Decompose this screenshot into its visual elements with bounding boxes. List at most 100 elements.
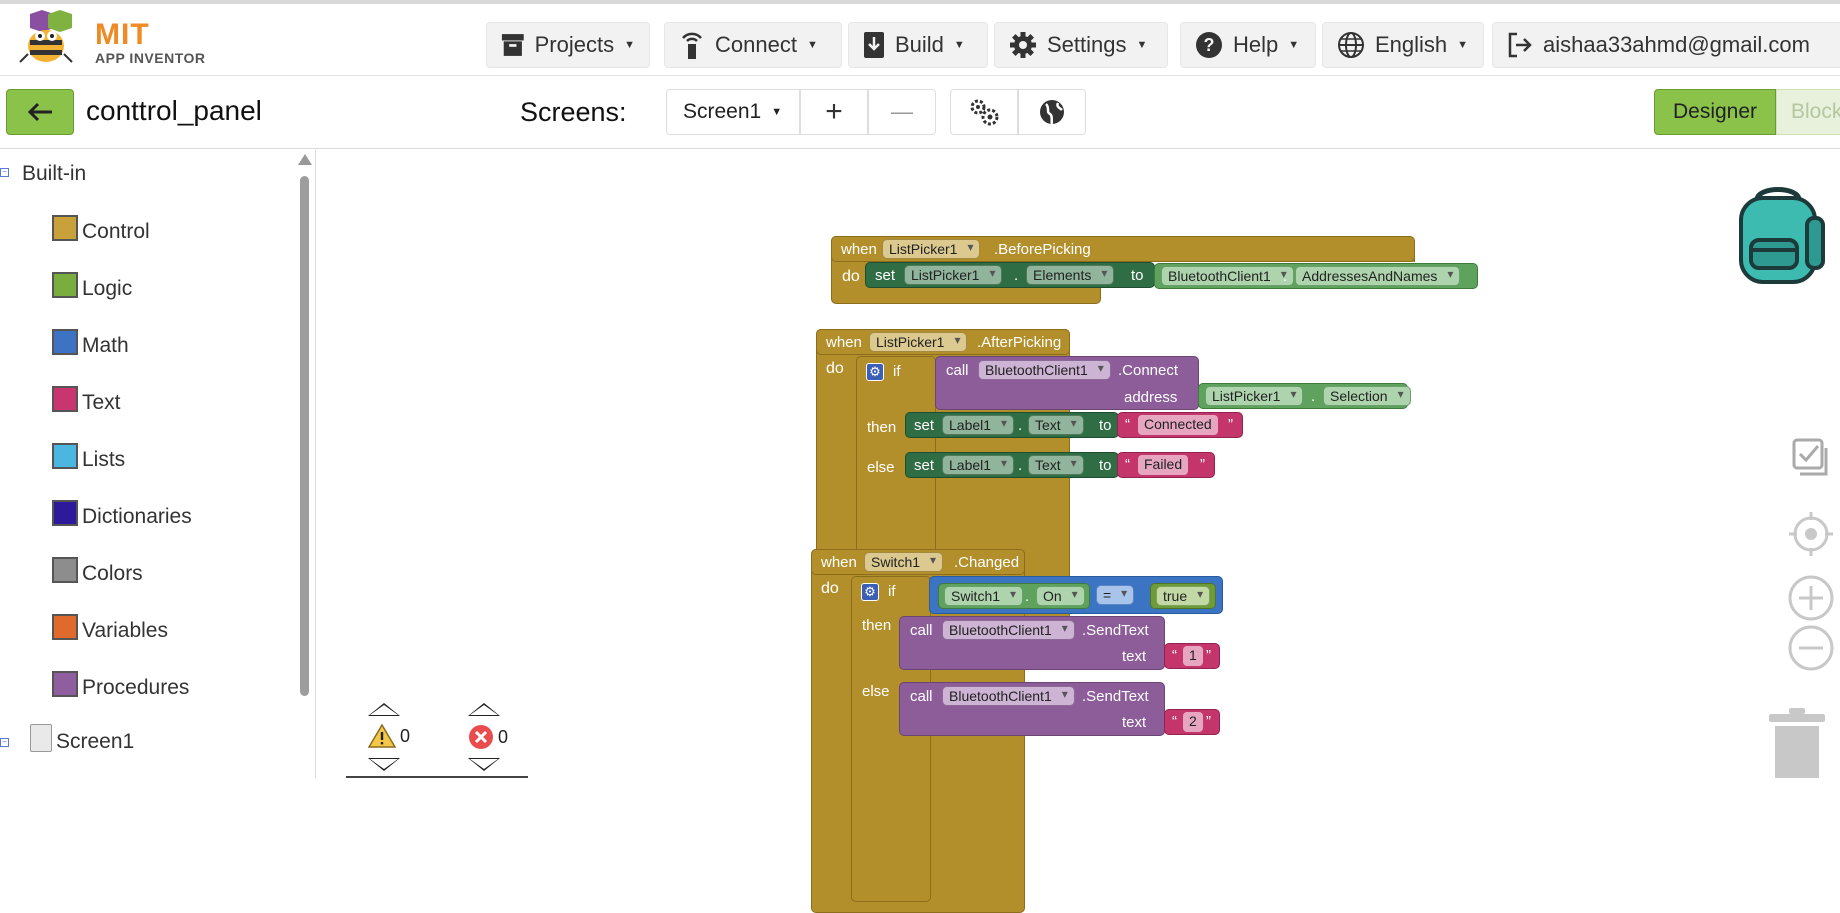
getter-component-dropdown[interactable]: Switch1 — [944, 586, 1024, 606]
property-dropdown[interactable]: Elements — [1026, 265, 1115, 285]
palette-scrollbar[interactable] — [298, 154, 312, 702]
scroll-up-icon[interactable] — [298, 154, 312, 165]
category-procedures[interactable]: Procedures — [52, 671, 189, 704]
warnings-prev-icon[interactable] — [368, 703, 400, 716]
boolean-block[interactable]: true — [1150, 583, 1216, 609]
brand-mit: MIT — [95, 18, 150, 51]
screen1-node[interactable]: Screen1 — [30, 724, 134, 758]
target-graphic — [1789, 512, 1833, 556]
category-dictionaries[interactable]: Dictionaries — [52, 500, 192, 533]
scrollbar-thumb[interactable] — [300, 176, 309, 696]
back-button[interactable] — [6, 89, 74, 135]
category-math[interactable]: Math — [52, 329, 129, 362]
category-variables[interactable]: Variables — [52, 614, 168, 647]
property-dropdown[interactable]: Text — [1028, 455, 1084, 475]
getter-block[interactable]: BluetoothClient1 . AddressesAndNames — [1154, 263, 1478, 289]
backpack-icon[interactable] — [1727, 182, 1829, 291]
warning-icon — [368, 724, 396, 748]
set-block[interactable]: set ListPicker1 . Elements to — [865, 262, 1155, 288]
colors-swatch-icon — [52, 557, 78, 583]
set-label-connected-block[interactable]: set Label1 . Text to — [905, 412, 1119, 438]
getter-property-dropdown[interactable]: On — [1036, 586, 1085, 606]
errors-prev-icon[interactable] — [468, 703, 500, 716]
call-component-dropdown[interactable]: BluetoothClient1 — [942, 620, 1075, 640]
category-lists[interactable]: Lists — [52, 443, 125, 476]
mutator-gear-icon[interactable]: ⚙ — [861, 583, 879, 601]
close-quote: ” — [1228, 416, 1233, 433]
if-label: if — [888, 583, 896, 600]
app-inventor-logo[interactable]: MIT APP INVENTOR — [18, 10, 208, 70]
when-label: when — [821, 554, 857, 571]
set-component-dropdown[interactable]: ListPicker1 — [904, 265, 1003, 285]
remove-screen-button[interactable]: — — [868, 89, 936, 135]
zoom-in-icon[interactable] — [1787, 574, 1835, 627]
zoom-out-icon[interactable] — [1787, 624, 1835, 677]
built-in-node[interactable]: Built-in — [22, 162, 86, 186]
component-dropdown[interactable]: ListPicker1 — [869, 332, 968, 352]
dot-label: . — [1283, 268, 1288, 285]
errors-count: 0 — [498, 726, 509, 747]
blocks-button[interactable]: Block — [1776, 89, 1840, 135]
collapse-icon[interactable]: − — [0, 738, 9, 747]
close-quote: ” — [1206, 647, 1211, 664]
category-logic[interactable]: Logic — [52, 272, 132, 305]
screen-dropdown[interactable]: Screen1 ▼ — [666, 89, 800, 135]
help-menu[interactable]: ? Help ▼ — [1180, 22, 1316, 68]
compare-block[interactable]: Switch1 . On = true — [929, 576, 1223, 614]
set-label-failed-block[interactable]: set Label1 . Text to — [905, 452, 1119, 478]
checklist-icon[interactable] — [1790, 436, 1832, 483]
account-menu[interactable]: aishaa33ahmd@gmail.com — [1492, 22, 1840, 68]
string-value[interactable]: Failed — [1138, 455, 1189, 475]
getter-component-dropdown[interactable]: BluetoothClient1 — [1161, 266, 1294, 286]
operator-dropdown[interactable]: = — [1096, 585, 1135, 605]
string-value[interactable]: Connected — [1138, 415, 1218, 435]
to-label: to — [1099, 417, 1112, 434]
set-label: set — [914, 457, 935, 474]
property-dropdown[interactable]: Text — [1028, 415, 1084, 435]
connect-menu[interactable]: Connect ▼ — [664, 22, 842, 68]
category-text[interactable]: Text — [52, 386, 121, 419]
set-component-dropdown[interactable]: Label1 — [942, 455, 1015, 475]
trash-icon[interactable] — [1765, 706, 1829, 783]
project-properties-button[interactable] — [950, 89, 1018, 135]
string-value[interactable]: 1 — [1183, 646, 1203, 666]
language-menu[interactable]: English ▼ — [1322, 22, 1484, 68]
add-screen-button[interactable]: + — [800, 89, 868, 135]
call-sendtext-block-2[interactable]: call BluetoothClient1 .SendText text — [899, 682, 1165, 736]
text-block-2[interactable]: “ 2 ” — [1164, 709, 1220, 735]
getter-block[interactable]: Switch1 . On — [938, 583, 1090, 609]
mutator-gear-icon[interactable]: ⚙ — [866, 363, 884, 381]
warnings-next-icon[interactable] — [368, 758, 400, 771]
set-label: set — [875, 267, 896, 284]
errors-next-icon[interactable] — [468, 758, 500, 771]
text-block-failed[interactable]: “ Failed ” — [1117, 452, 1215, 478]
text-block-connected[interactable]: “ Connected ” — [1117, 412, 1243, 438]
blocks-workspace[interactable]: when ListPicker1 .BeforePicking do set L… — [317, 150, 1840, 913]
designer-button[interactable]: Designer — [1654, 89, 1776, 135]
string-value[interactable]: 2 — [1183, 712, 1203, 732]
call-component-dropdown[interactable]: BluetoothClient1 — [942, 686, 1075, 706]
getter-component-dropdown[interactable]: ListPicker1 — [1205, 386, 1304, 406]
component-dropdown[interactable]: ListPicker1 — [882, 239, 981, 259]
text-block-1[interactable]: “ 1 ” — [1164, 643, 1220, 669]
settings-menu[interactable]: Settings ▼ — [994, 22, 1168, 68]
publish-button[interactable] — [1018, 89, 1086, 135]
gears-icon — [970, 99, 999, 126]
boolean-dropdown[interactable]: true — [1156, 586, 1211, 606]
category-colors[interactable]: Colors — [52, 557, 143, 590]
projects-menu[interactable]: Projects ▼ — [486, 22, 650, 68]
category-control[interactable]: Control — [52, 215, 150, 248]
set-component-dropdown[interactable]: Label1 — [942, 415, 1015, 435]
collapse-icon[interactable]: − — [0, 168, 9, 177]
call-sendtext-block-1[interactable]: call BluetoothClient1 .SendText text — [899, 616, 1165, 670]
recenter-icon[interactable] — [1787, 510, 1835, 563]
getter-property-dropdown[interactable]: Selection — [1323, 386, 1411, 406]
brand-app-inventor: APP INVENTOR — [95, 50, 206, 66]
call-connect-block[interactable]: call BluetoothClient1 .Connect address — [935, 356, 1199, 410]
call-component-dropdown[interactable]: BluetoothClient1 — [978, 360, 1111, 380]
build-menu[interactable]: Build ▼ — [848, 22, 988, 68]
chevron-down-icon: ▼ — [953, 39, 965, 51]
getter-property-dropdown[interactable]: AddressesAndNames — [1295, 266, 1461, 286]
getter-block[interactable]: ListPicker1 . Selection — [1198, 383, 1411, 409]
component-dropdown[interactable]: Switch1 — [864, 552, 944, 572]
